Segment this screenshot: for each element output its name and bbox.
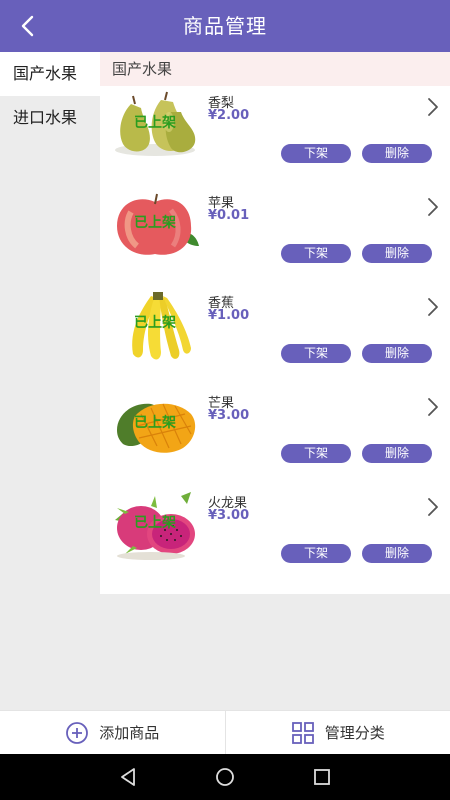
listing-status: 已上架 [134,315,176,331]
chevron-right-icon[interactable] [426,496,440,518]
manage-categories-button[interactable]: 管理分类 [224,711,450,754]
delete-button[interactable]: 删除 [362,444,432,463]
listing-status: 已上架 [134,415,176,431]
chevron-right-icon[interactable] [426,396,440,418]
nav-back-icon[interactable] [117,766,139,788]
chevron-right-icon[interactable] [426,196,440,218]
product-price: ¥0.01 [208,208,250,223]
category-sidebar: 国产水果 进口水果 [0,52,100,710]
product-item[interactable]: 已上架 香梨 ¥2.00 下架 删除 [100,86,450,186]
grid-icon [291,721,314,744]
product-item[interactable]: 已上架 苹果 ¥0.01 下架 删除 [100,186,450,286]
delete-button[interactable]: 删除 [362,144,432,163]
bottom-action-bar: 添加商品 管理分类 [0,710,450,754]
product-item[interactable]: 已上架 香蕉 ¥1.00 下架 删除 [100,286,450,386]
nav-recents-icon[interactable] [311,766,333,788]
delist-button[interactable]: 下架 [281,444,351,463]
sidebar-item-imported[interactable]: 进口水果 [0,96,100,140]
product-panel: 国产水果 已上架 香梨 ¥2.00 下架 删除 已上架 苹果 ¥0.01 下架 … [100,52,450,594]
delist-button[interactable]: 下架 [281,344,351,363]
listing-status: 已上架 [134,215,176,231]
app-header: 商品管理 [0,0,450,52]
add-product-label: 添加商品 [99,724,160,742]
product-price: ¥3.00 [208,508,250,523]
delete-button[interactable]: 删除 [362,244,432,263]
product-list: 已上架 香梨 ¥2.00 下架 删除 已上架 苹果 ¥0.01 下架 删除 已上… [100,86,450,594]
delete-button[interactable]: 删除 [362,344,432,363]
chevron-right-icon[interactable] [426,96,440,118]
product-price: ¥3.00 [208,408,250,423]
product-item[interactable]: 已上架 火龙果 ¥3.00 下架 删除 [100,486,450,586]
sidebar-item-domestic[interactable]: 国产水果 [0,52,100,96]
add-product-button[interactable]: 添加商品 [0,711,225,754]
delist-button[interactable]: 下架 [281,244,351,263]
product-price: ¥2.00 [208,108,250,123]
section-title: 国产水果 [100,52,450,86]
listing-status: 已上架 [134,515,176,531]
add-circle-icon [66,721,89,744]
delete-button[interactable]: 删除 [362,544,432,563]
system-nav-bar [0,754,450,800]
page-title: 商品管理 [183,14,267,38]
delist-button[interactable]: 下架 [281,544,351,563]
manage-categories-label: 管理分类 [324,724,385,742]
nav-home-icon[interactable] [214,766,236,788]
delist-button[interactable]: 下架 [281,144,351,163]
listing-status: 已上架 [134,115,176,131]
chevron-right-icon[interactable] [426,296,440,318]
product-price: ¥1.00 [208,308,250,323]
product-item[interactable]: 已上架 芒果 ¥3.00 下架 删除 [100,386,450,486]
